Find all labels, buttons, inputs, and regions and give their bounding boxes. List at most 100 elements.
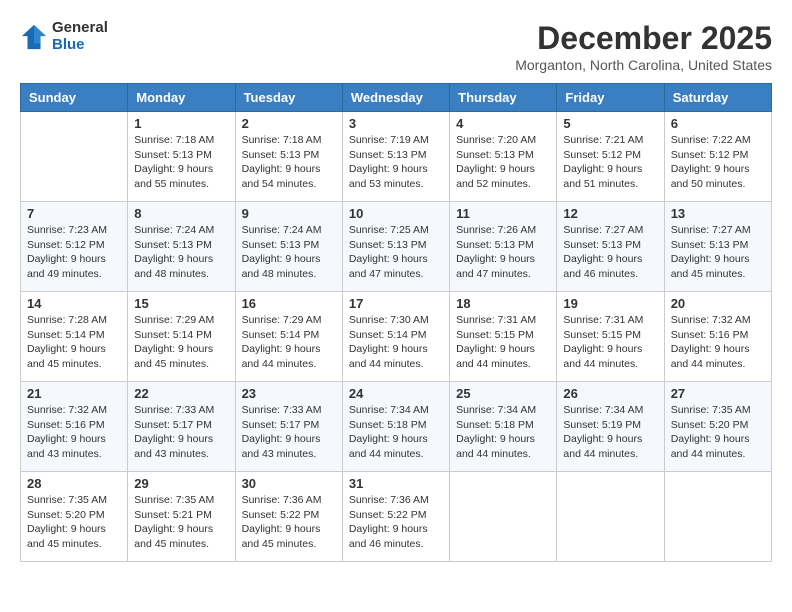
calendar-table: SundayMondayTuesdayWednesdayThursdayFrid… <box>20 83 772 562</box>
day-info: Sunrise: 7:32 AM Sunset: 5:16 PM Dayligh… <box>671 313 765 372</box>
title-block: December 2025 Morganton, North Carolina,… <box>515 20 772 73</box>
day-cell: 20Sunrise: 7:32 AM Sunset: 5:16 PM Dayli… <box>664 292 771 382</box>
day-number: 13 <box>671 206 765 221</box>
week-row-1: 1 Sunrise: 7:18 AM Sunset: 5:13 PM Daylig… <box>21 112 772 202</box>
col-header-saturday: Saturday <box>664 84 771 112</box>
day-cell: 16 Sunrise: 7:29 AM Sunset: 5:14 PM Dayli… <box>235 292 342 382</box>
day-cell: 9 Sunrise: 7:24 AM Sunset: 5:13 PM Daylig… <box>235 202 342 292</box>
day-info: Sunrise: 7:18 AM Sunset: 5:13 PM Dayligh… <box>134 133 228 192</box>
day-number: 12 <box>563 206 657 221</box>
logo-blue: Blue <box>52 37 108 54</box>
day-number: 26 <box>563 386 657 401</box>
day-cell: 19Sunrise: 7:31 AM Sunset: 5:15 PM Dayli… <box>557 292 664 382</box>
day-cell: 6 Sunrise: 7:22 AM Sunset: 5:12 PM Daylig… <box>664 112 771 202</box>
day-cell: 31 Sunrise: 7:36 AM Sunset: 5:22 PM Dayli… <box>342 472 449 562</box>
day-number: 7 <box>27 206 121 221</box>
day-info: Sunrise: 7:34 AM Sunset: 5:19 PM Dayligh… <box>563 403 657 462</box>
day-cell: 18Sunrise: 7:31 AM Sunset: 5:15 PM Dayli… <box>450 292 557 382</box>
day-number: 25 <box>456 386 550 401</box>
logo-general: General <box>52 20 108 37</box>
day-cell: 21Sunrise: 7:32 AM Sunset: 5:16 PM Dayli… <box>21 382 128 472</box>
col-header-monday: Monday <box>128 84 235 112</box>
week-row-2: 7 Sunrise: 7:23 AM Sunset: 5:12 PM Daylig… <box>21 202 772 292</box>
day-cell: 2Sunrise: 7:18 AM Sunset: 5:13 PM Daylig… <box>235 112 342 202</box>
day-info: Sunrise: 7:36 AM Sunset: 5:22 PM Dayligh… <box>242 493 336 552</box>
day-info: Sunrise: 7:29 AM Sunset: 5:14 PM Dayligh… <box>134 313 228 372</box>
day-info: Sunrise: 7:30 AM Sunset: 5:14 PM Dayligh… <box>349 313 443 372</box>
calendar-header-row: SundayMondayTuesdayWednesdayThursdayFrid… <box>21 84 772 112</box>
day-number: 29 <box>134 476 228 491</box>
day-info: Sunrise: 7:29 AM Sunset: 5:14 PM Dayligh… <box>242 313 336 372</box>
day-number: 15 <box>134 296 228 311</box>
week-row-4: 21Sunrise: 7:32 AM Sunset: 5:16 PM Dayli… <box>21 382 772 472</box>
day-info: Sunrise: 7:33 AM Sunset: 5:17 PM Dayligh… <box>134 403 228 462</box>
logo: General Blue <box>20 20 108 53</box>
day-cell: 14 Sunrise: 7:28 AM Sunset: 5:14 PM Dayli… <box>21 292 128 382</box>
day-number: 6 <box>671 116 765 131</box>
day-cell: 5Sunrise: 7:21 AM Sunset: 5:12 PM Daylig… <box>557 112 664 202</box>
day-info: Sunrise: 7:34 AM Sunset: 5:18 PM Dayligh… <box>349 403 443 462</box>
day-info: Sunrise: 7:35 AM Sunset: 5:20 PM Dayligh… <box>27 493 121 552</box>
day-number: 27 <box>671 386 765 401</box>
day-cell <box>21 112 128 202</box>
col-header-thursday: Thursday <box>450 84 557 112</box>
day-info: Sunrise: 7:33 AM Sunset: 5:17 PM Dayligh… <box>242 403 336 462</box>
day-number: 3 <box>349 116 443 131</box>
day-number: 22 <box>134 386 228 401</box>
col-header-sunday: Sunday <box>21 84 128 112</box>
week-row-5: 28 Sunrise: 7:35 AM Sunset: 5:20 PM Dayli… <box>21 472 772 562</box>
day-info: Sunrise: 7:36 AM Sunset: 5:22 PM Dayligh… <box>349 493 443 552</box>
day-number: 28 <box>27 476 121 491</box>
day-cell: 26 Sunrise: 7:34 AM Sunset: 5:19 PM Dayli… <box>557 382 664 472</box>
day-info: Sunrise: 7:23 AM Sunset: 5:12 PM Dayligh… <box>27 223 121 282</box>
day-info: Sunrise: 7:31 AM Sunset: 5:15 PM Dayligh… <box>456 313 550 372</box>
day-cell: 15 Sunrise: 7:29 AM Sunset: 5:14 PM Dayli… <box>128 292 235 382</box>
logo-text: General Blue <box>52 20 108 53</box>
day-cell: 7 Sunrise: 7:23 AM Sunset: 5:12 PM Daylig… <box>21 202 128 292</box>
day-cell: 1 Sunrise: 7:18 AM Sunset: 5:13 PM Daylig… <box>128 112 235 202</box>
day-cell <box>557 472 664 562</box>
day-number: 5 <box>563 116 657 131</box>
page-header: General Blue December 2025 Morganton, No… <box>20 20 772 73</box>
day-number: 14 <box>27 296 121 311</box>
day-number: 11 <box>456 206 550 221</box>
day-info: Sunrise: 7:35 AM Sunset: 5:21 PM Dayligh… <box>134 493 228 552</box>
week-row-3: 14 Sunrise: 7:28 AM Sunset: 5:14 PM Dayli… <box>21 292 772 382</box>
location: Morganton, North Carolina, United States <box>515 57 772 73</box>
day-cell: 23Sunrise: 7:33 AM Sunset: 5:17 PM Dayli… <box>235 382 342 472</box>
day-info: Sunrise: 7:28 AM Sunset: 5:14 PM Dayligh… <box>27 313 121 372</box>
day-cell <box>664 472 771 562</box>
day-number: 16 <box>242 296 336 311</box>
day-number: 2 <box>242 116 336 131</box>
day-cell: 25Sunrise: 7:34 AM Sunset: 5:18 PM Dayli… <box>450 382 557 472</box>
day-number: 9 <box>242 206 336 221</box>
day-cell <box>450 472 557 562</box>
day-number: 8 <box>134 206 228 221</box>
day-cell: 8 Sunrise: 7:24 AM Sunset: 5:13 PM Daylig… <box>128 202 235 292</box>
day-number: 1 <box>134 116 228 131</box>
day-cell: 24 Sunrise: 7:34 AM Sunset: 5:18 PM Dayli… <box>342 382 449 472</box>
day-number: 10 <box>349 206 443 221</box>
day-info: Sunrise: 7:22 AM Sunset: 5:12 PM Dayligh… <box>671 133 765 192</box>
day-info: Sunrise: 7:27 AM Sunset: 5:13 PM Dayligh… <box>563 223 657 282</box>
day-info: Sunrise: 7:20 AM Sunset: 5:13 PM Dayligh… <box>456 133 550 192</box>
day-cell: 22 Sunrise: 7:33 AM Sunset: 5:17 PM Dayli… <box>128 382 235 472</box>
logo-icon <box>20 23 48 51</box>
day-cell: 28 Sunrise: 7:35 AM Sunset: 5:20 PM Dayli… <box>21 472 128 562</box>
day-info: Sunrise: 7:24 AM Sunset: 5:13 PM Dayligh… <box>134 223 228 282</box>
day-cell: 11 Sunrise: 7:26 AM Sunset: 5:13 PM Dayli… <box>450 202 557 292</box>
day-cell: 17Sunrise: 7:30 AM Sunset: 5:14 PM Dayli… <box>342 292 449 382</box>
day-info: Sunrise: 7:32 AM Sunset: 5:16 PM Dayligh… <box>27 403 121 462</box>
day-cell: 12 Sunrise: 7:27 AM Sunset: 5:13 PM Dayli… <box>557 202 664 292</box>
day-info: Sunrise: 7:25 AM Sunset: 5:13 PM Dayligh… <box>349 223 443 282</box>
day-cell: 4Sunrise: 7:20 AM Sunset: 5:13 PM Daylig… <box>450 112 557 202</box>
day-info: Sunrise: 7:35 AM Sunset: 5:20 PM Dayligh… <box>671 403 765 462</box>
day-number: 24 <box>349 386 443 401</box>
day-info: Sunrise: 7:24 AM Sunset: 5:13 PM Dayligh… <box>242 223 336 282</box>
day-cell: 30 Sunrise: 7:36 AM Sunset: 5:22 PM Dayli… <box>235 472 342 562</box>
day-cell: 3Sunrise: 7:19 AM Sunset: 5:13 PM Daylig… <box>342 112 449 202</box>
day-number: 30 <box>242 476 336 491</box>
day-cell: 27 Sunrise: 7:35 AM Sunset: 5:20 PM Dayli… <box>664 382 771 472</box>
day-number: 31 <box>349 476 443 491</box>
day-info: Sunrise: 7:26 AM Sunset: 5:13 PM Dayligh… <box>456 223 550 282</box>
